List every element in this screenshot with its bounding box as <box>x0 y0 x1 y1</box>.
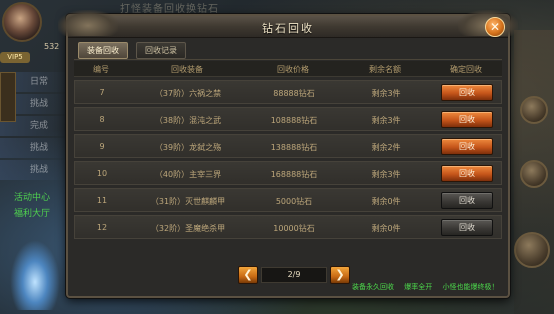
recycle-button-disabled[interactable]: 回收 <box>441 219 493 236</box>
skill-button[interactable] <box>514 232 550 268</box>
table-row: 10 （40阶）主宰三界 168888钻石 剩余3件 回收 <box>74 161 502 185</box>
diamond-recycle-dialog: 钻石回收 ✕ 装备回收 回收记录 编号 回收装备 回收价格 剩余名额 确定回收 … <box>58 10 518 298</box>
row-remaining: 剩余3件 <box>371 116 401 125</box>
row-equipment: （38阶）混沌之武 <box>154 116 222 125</box>
table-header: 编号 回收装备 回收价格 剩余名额 确定回收 <box>74 61 502 77</box>
recycle-button[interactable]: 回收 <box>441 111 493 128</box>
row-number: 9 <box>99 142 105 151</box>
side-green-label: 活动中心 <box>14 193 51 203</box>
side-green-label: 福利大厅 <box>14 209 51 219</box>
footer-note-text: 装备永久回收 <box>352 283 394 291</box>
tab-recycle-record[interactable]: 回收记录 <box>136 42 186 59</box>
previous-page-button[interactable]: ❮ <box>238 266 258 284</box>
close-button[interactable]: ✕ <box>485 17 505 37</box>
table-row: 8 （38阶）混沌之武 108888钻石 剩余3件 回收 <box>74 107 502 131</box>
row-price: 10000钻石 <box>273 224 315 233</box>
row-equipment: （31阶）灭世麒麟甲 <box>150 197 226 206</box>
row-equipment: （32阶）圣魔绝杀甲 <box>150 224 226 233</box>
page-indicator: 2/9 <box>261 267 327 283</box>
row-remaining: 剩余0件 <box>371 197 401 206</box>
row-number: 11 <box>96 196 108 205</box>
skill-button[interactable] <box>520 160 548 188</box>
row-price: 108888钻石 <box>270 116 318 125</box>
row-remaining: 剩余3件 <box>371 170 401 179</box>
table-row: 7 （37阶）六祸之禁 88888钻石 剩余3件 回收 <box>74 80 502 104</box>
row-equipment: （37阶）六祸之禁 <box>154 89 222 98</box>
row-number: 12 <box>96 223 108 232</box>
player-level-number: 532 <box>44 42 60 51</box>
footer-promo: 装备永久回收 爆率全开 小怪也能爆终极！ <box>352 282 506 292</box>
recycle-button[interactable]: 回收 <box>441 165 493 182</box>
tab-divider <box>74 59 502 60</box>
recycle-button[interactable]: 回收 <box>441 84 493 101</box>
row-number: 8 <box>99 115 105 124</box>
column-header-number: 编号 <box>93 65 109 74</box>
next-page-button[interactable]: ❯ <box>330 266 350 284</box>
column-header-price: 回收价格 <box>277 65 309 74</box>
row-price: 88888钻石 <box>273 89 315 98</box>
dialog-title: 钻石回收 <box>262 22 314 35</box>
row-price: 168888钻石 <box>270 170 318 179</box>
column-header-remaining: 剩余名额 <box>369 65 401 74</box>
table-row: 9 （39阶）龙弑之殇 138888钻石 剩余2件 回收 <box>74 134 502 158</box>
row-remaining: 剩余2件 <box>371 143 401 152</box>
recycle-button[interactable]: 回收 <box>441 138 493 155</box>
column-header-action: 确定回收 <box>450 65 482 74</box>
vip-level-tag: VIP5 <box>0 52 30 63</box>
crystal-effect <box>10 240 60 310</box>
recycle-table: 编号 回收装备 回收价格 剩余名额 确定回收 7 （37阶）六祸之禁 88888… <box>74 61 502 239</box>
skill-button[interactable] <box>520 96 548 124</box>
table-row: 12 （32阶）圣魔绝杀甲 10000钻石 剩余0件 回收 <box>74 215 502 239</box>
footer-note-text: 小怪也能爆终极！ <box>442 283 499 291</box>
side-tab[interactable]: 挑战 <box>0 160 70 180</box>
recycle-button-disabled[interactable]: 回收 <box>441 192 493 209</box>
background-title: 打怪装备回收换钻石 <box>120 4 219 14</box>
row-price: 5000钻石 <box>275 197 313 206</box>
side-tab[interactable]: 挑战 <box>0 138 70 158</box>
row-number: 10 <box>96 169 108 178</box>
row-remaining: 剩余3件 <box>371 89 401 98</box>
tab-equipment-recycle[interactable]: 装备回收 <box>78 42 128 59</box>
table-row: 11 （31阶）灭世麒麟甲 5000钻石 剩余0件 回收 <box>74 188 502 212</box>
row-price: 138888钻石 <box>270 143 318 152</box>
footer-note-text: 爆率全开 <box>404 283 433 291</box>
player-avatar[interactable] <box>2 2 42 42</box>
row-equipment: （39阶）龙弑之殇 <box>154 143 222 152</box>
row-number: 7 <box>99 88 105 97</box>
row-remaining: 剩余0件 <box>371 224 401 233</box>
column-header-equipment: 回收装备 <box>171 65 203 74</box>
row-equipment: （40阶）主宰三界 <box>154 170 222 179</box>
dialog-title-bar: 钻石回收 ✕ <box>58 10 518 38</box>
side-panel-toggle[interactable] <box>0 72 16 122</box>
